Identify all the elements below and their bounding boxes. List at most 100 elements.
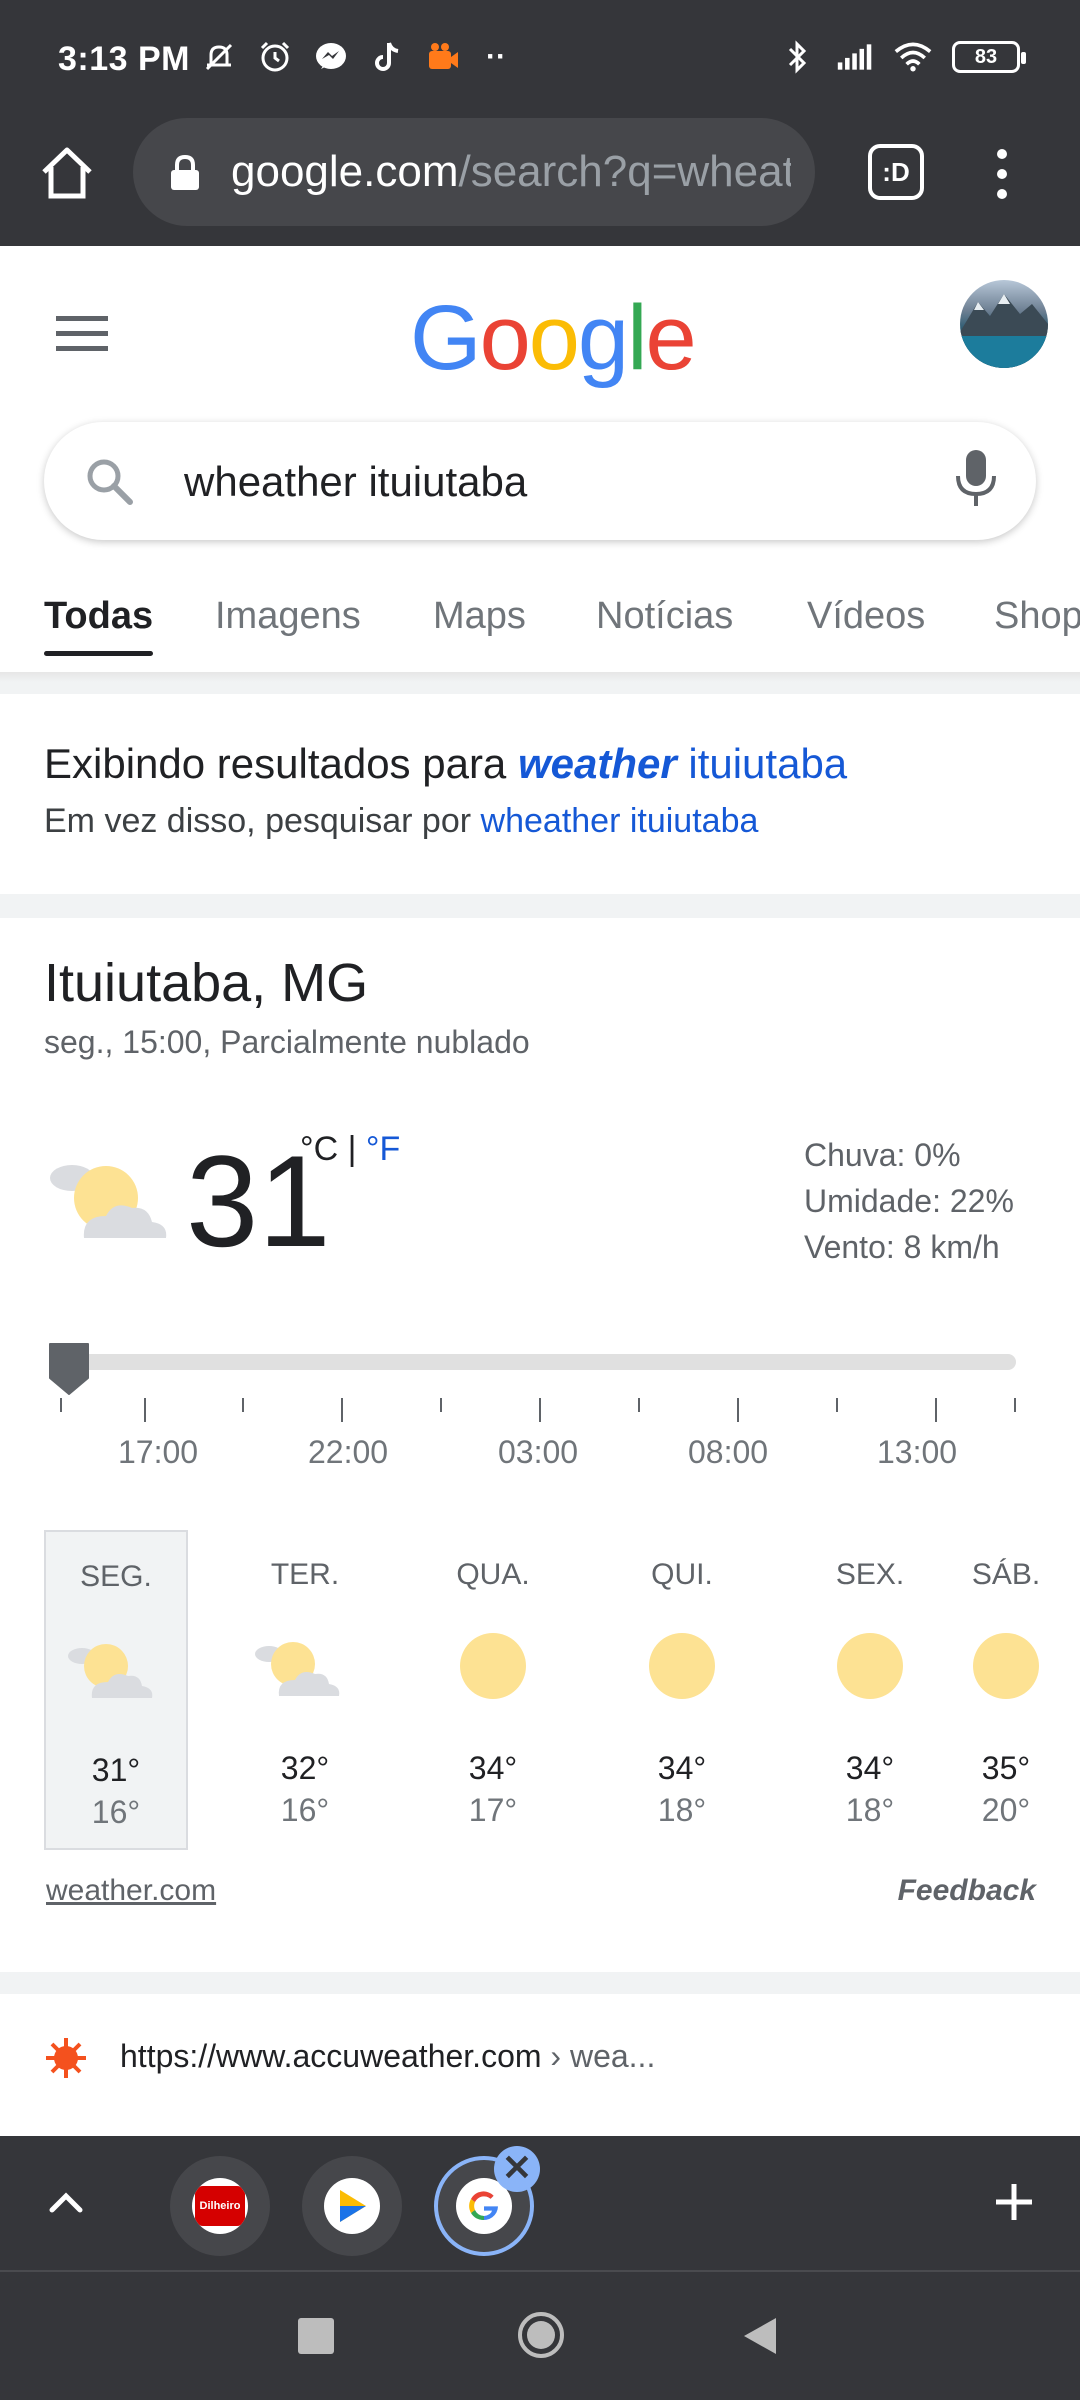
time-label: 03:00: [498, 1434, 579, 1470]
day-low: 16°: [91, 1794, 141, 1830]
tab-noticias[interactable]: Notícias: [596, 576, 733, 676]
address-bar[interactable]: google.com/search?q=wheat: [133, 118, 815, 226]
hamburger-menu-icon[interactable]: [56, 314, 108, 354]
tab-strip: Dilheiro ✕: [0, 2136, 1080, 2270]
partly-cloudy-icon: [62, 1628, 174, 1708]
logo-letter: o: [528, 287, 580, 389]
alt-prefix: Em vez disso, pesquisar por: [44, 802, 481, 840]
signal-icon: [836, 38, 874, 76]
microphone-icon[interactable]: [954, 448, 998, 510]
dilheiro-favicon: Dilheiro: [192, 2178, 248, 2234]
dilheiro-logo: Dilheiro: [195, 2186, 245, 2226]
divider: [0, 1972, 1080, 1994]
tab-imagens[interactable]: Imagens: [215, 576, 361, 676]
search-box[interactable]: wheather ituiutaba: [44, 422, 1036, 540]
corrected-rest: ituiutaba: [676, 740, 848, 787]
wind-speed: Vento: 8 km/h: [804, 1229, 1000, 1265]
menu-icon[interactable]: [990, 144, 1014, 204]
forecast-day[interactable]: SEG. 31° 16°: [44, 1530, 188, 1850]
weather-details: Chuva: 0% Umidade: 22% Vento: 8 km/h: [804, 1132, 1014, 1270]
logo-letter: e: [645, 287, 697, 389]
search-input[interactable]: wheather ituiutaba: [184, 458, 527, 506]
wifi-icon: [894, 38, 932, 76]
partly-cloudy-icon: [44, 1150, 174, 1250]
forecast-day[interactable]: QUI. 34° 18°: [610, 1530, 754, 1850]
system-nav-bar: [0, 2270, 1080, 2400]
tick: [737, 1398, 739, 1422]
time-label: 22:00: [308, 1434, 389, 1470]
slider-ticks: [60, 1398, 1020, 1422]
tiktok-icon: [368, 38, 406, 76]
forecast-day[interactable]: SEX. 34° 18°: [798, 1530, 942, 1850]
tab-switcher-button[interactable]: :D: [868, 144, 924, 200]
tab-shopping[interactable]: Shop: [994, 576, 1080, 676]
fahrenheit-link[interactable]: °F: [366, 1130, 400, 1168]
tab-dilheiro[interactable]: Dilheiro: [170, 2156, 270, 2256]
google-logo[interactable]: Google: [410, 286, 697, 391]
partly-cloudy-icon: [249, 1626, 361, 1706]
result-url: https://www.accuweather.com › wea...: [120, 2038, 655, 2075]
unit-separator: |: [338, 1130, 366, 1168]
tab-maps[interactable]: Maps: [433, 576, 526, 676]
result-url-host: https://www.accuweather.com: [120, 2038, 542, 2074]
logo-letter: g: [577, 287, 629, 389]
url-text: google.com/search?q=wheat: [231, 147, 791, 197]
day-high: 34°: [845, 1750, 895, 1786]
messenger-icon: [312, 38, 350, 76]
tab-todas[interactable]: Todas: [44, 576, 154, 676]
tick: [836, 1398, 838, 1412]
day-name: SEX.: [835, 1558, 905, 1591]
tick: [935, 1398, 937, 1422]
tick: [341, 1398, 343, 1422]
day-low: 17°: [468, 1792, 518, 1828]
time-label: 08:00: [688, 1434, 769, 1470]
rain-chance: Chuva: 0%: [804, 1137, 961, 1173]
back-triangle-icon[interactable]: [740, 2314, 780, 2358]
humidity: Umidade: 22%: [804, 1183, 1014, 1219]
day-name: SÁB.: [971, 1558, 1041, 1591]
tick: [1014, 1398, 1016, 1412]
weather-location: Ituiutaba, MG: [44, 953, 369, 1013]
home-icon[interactable]: [36, 142, 98, 204]
corrected-query-link[interactable]: weather ituiutaba: [518, 740, 847, 787]
forecast-day[interactable]: TER. 32° 16°: [233, 1530, 377, 1850]
corrected-word: weather: [517, 740, 677, 787]
day-high: 34°: [657, 1750, 707, 1786]
day-low: 18°: [657, 1792, 707, 1828]
chevron-up-icon[interactable]: [44, 2180, 88, 2224]
tick: [242, 1398, 244, 1412]
recents-square-icon[interactable]: [298, 2318, 334, 2354]
tab-play[interactable]: [302, 2156, 402, 2256]
forecast-day[interactable]: QUA. 34° 17°: [421, 1530, 565, 1850]
daily-forecast: SEG. 31° 16° TER. 32° 16° QUA. 34° 17° Q…: [44, 1530, 1080, 1850]
search-result[interactable]: https://www.accuweather.com › wea...: [0, 1994, 1080, 2136]
sunny-icon: [950, 1626, 1062, 1706]
day-low: 20°: [981, 1792, 1031, 1828]
day-high: 34°: [468, 1750, 518, 1786]
url-host: google.com: [231, 147, 459, 196]
close-tab-icon[interactable]: ✕: [494, 2146, 540, 2192]
original-query-link[interactable]: wheather ituiutaba: [481, 802, 759, 840]
hourly-slider-track[interactable]: [60, 1354, 1016, 1370]
showing-results-for: Exibindo resultados para weather ituiuta…: [44, 740, 847, 788]
avatar[interactable]: [960, 280, 1048, 368]
forecast-day[interactable]: SÁB. 35° 20°: [934, 1530, 1078, 1850]
home-circle-icon[interactable]: [516, 2310, 566, 2360]
celsius-label: °C: [300, 1130, 339, 1168]
play-favicon: [324, 2178, 380, 2234]
divider: [0, 682, 1080, 694]
divider: [0, 2270, 1080, 2272]
search-icon[interactable]: [82, 454, 136, 508]
weather-source-link[interactable]: weather.com: [46, 1874, 216, 1908]
day-high: 32°: [280, 1750, 330, 1786]
new-tab-plus-icon[interactable]: [986, 2174, 1042, 2230]
tab-videos[interactable]: Vídeos: [807, 576, 925, 676]
time-label: 13:00: [877, 1434, 958, 1470]
weather-subtitle: seg., 15:00, Parcialmente nublado: [44, 1024, 530, 1060]
feedback-link[interactable]: Feedback: [898, 1874, 1036, 1908]
slider-handle[interactable]: [46, 1340, 92, 1396]
google-header: Google wheather ituiutaba Todas Imagens …: [0, 246, 1080, 676]
mute-icon: [200, 38, 238, 76]
lock-icon: [169, 154, 201, 192]
day-name: QUI.: [651, 1558, 713, 1591]
